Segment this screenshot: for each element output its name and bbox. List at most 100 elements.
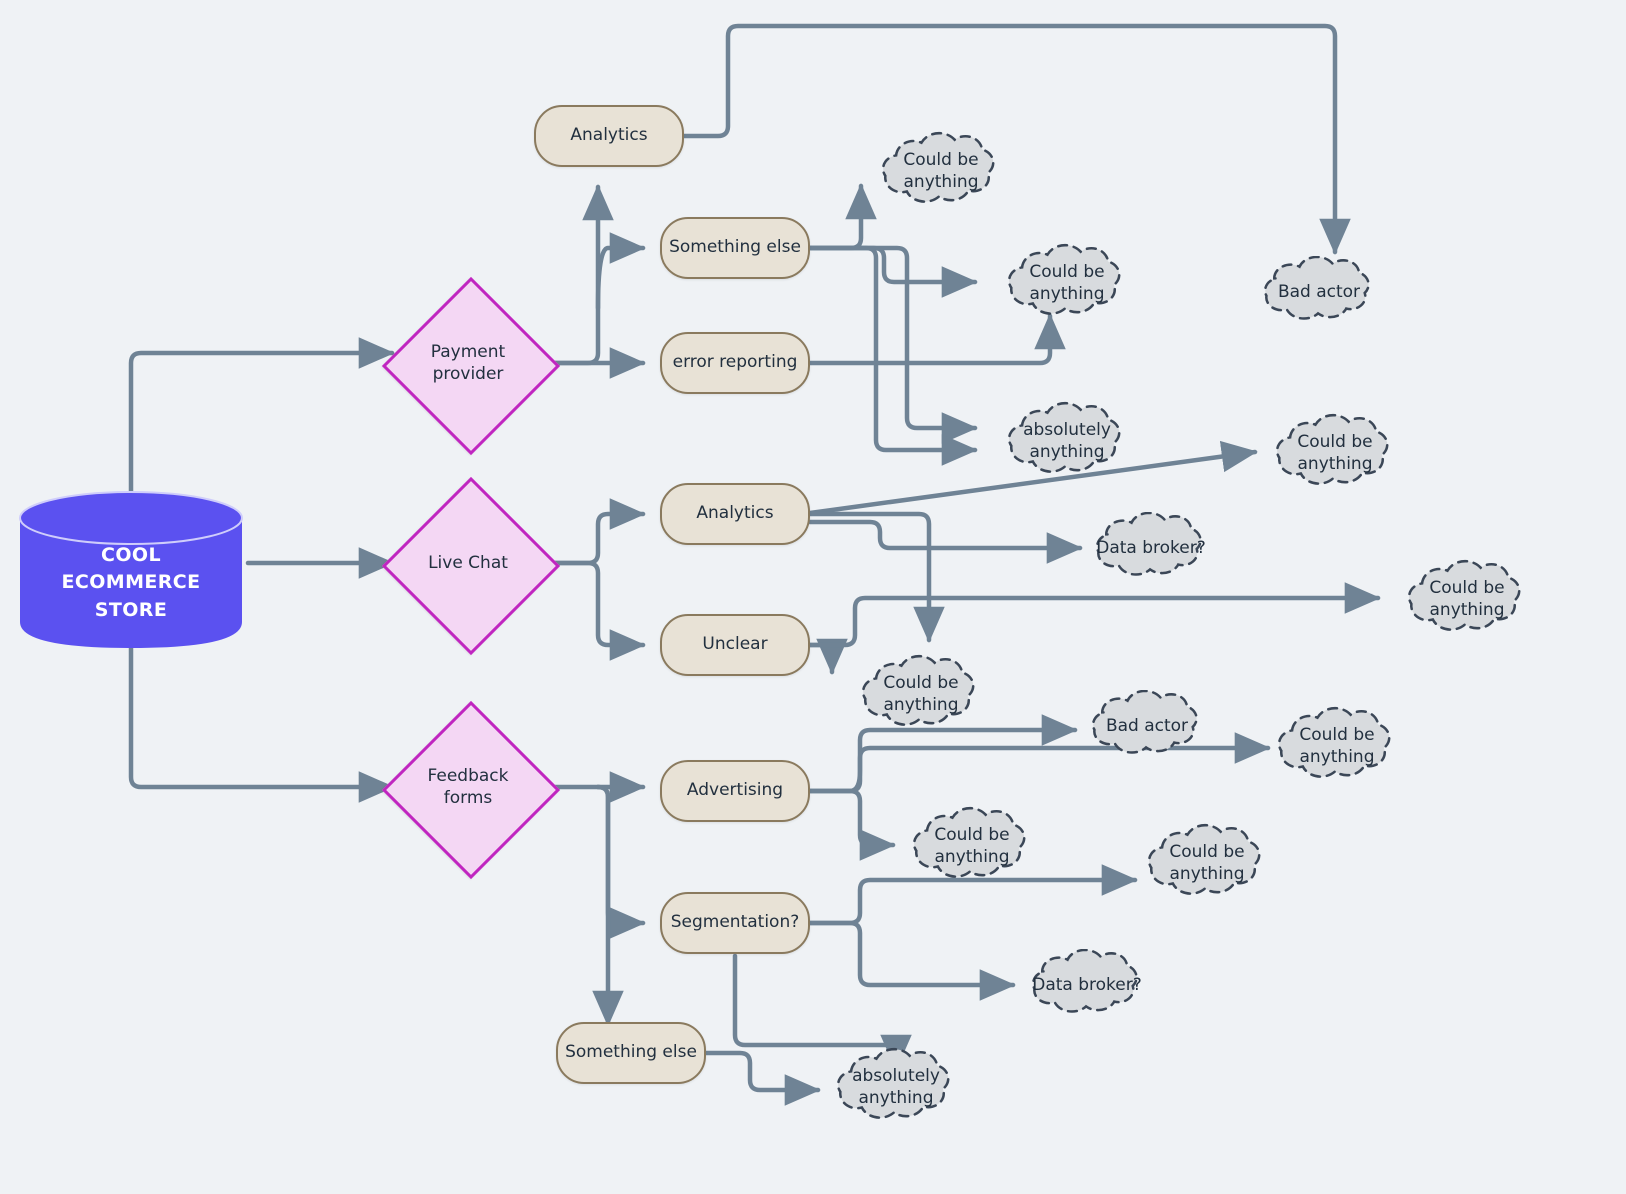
- cloud-node-could-be-anything-4[interactable]: Could be anything: [1388, 558, 1546, 640]
- cloud-label: Could be anything: [842, 653, 1000, 735]
- cloud-line-2: anything: [883, 695, 959, 715]
- edge-something-to-cloud4a: [807, 245, 978, 444]
- database-line-1: COOL: [101, 543, 161, 566]
- database-node-cool-ecommerce-store[interactable]: COOL ECOMMERCE STORE: [18, 490, 244, 650]
- cloud-line-2: anything: [934, 847, 1010, 867]
- cloud-node-absolutely-anything-2[interactable]: absolutely anything: [817, 1046, 975, 1128]
- cloud-node-could-be-anything-5[interactable]: Could be anything: [842, 653, 1000, 735]
- cloud-line-1: Could be: [1429, 577, 1505, 598]
- cloud-line-1: absolutely: [1023, 419, 1111, 440]
- process-node-segmentation[interactable]: Segmentation?: [660, 892, 810, 954]
- edge-feedback-to-somethingelsebot: [592, 784, 624, 1027]
- cloud-line-2: anything: [858, 1088, 934, 1108]
- cloud-label: Could be anything: [1388, 558, 1546, 640]
- process-label: Advertising: [686, 780, 784, 801]
- cloud-line-2: anything: [1169, 864, 1245, 884]
- cloud-line-1: Bad actor: [1277, 281, 1361, 302]
- cloud-node-could-be-anything-3[interactable]: Could be anything: [1256, 412, 1414, 494]
- cloud-node-bad-actor-1[interactable]: Bad actor: [1240, 256, 1398, 328]
- decision-line-2: forms: [443, 788, 493, 808]
- edge-something-to-cloud1: [807, 183, 877, 251]
- cloud-line-2: anything: [1029, 284, 1105, 304]
- cloud-line-1: Could be: [1169, 841, 1245, 862]
- cloud-line-1: Bad actor: [1105, 715, 1189, 736]
- cloud-line-1: Could be: [934, 824, 1010, 845]
- cloud-node-could-be-anything-6[interactable]: Could be anything: [1258, 705, 1416, 787]
- decision-line-1: Live Chat: [428, 552, 508, 573]
- decision-line-2: provider: [432, 364, 504, 384]
- cloud-line-2: anything: [1297, 454, 1373, 474]
- cloud-line-2: anything: [903, 172, 979, 192]
- process-label: Something else: [669, 237, 801, 258]
- process-node-analytics-top[interactable]: Analytics: [534, 105, 684, 167]
- cloud-label: Could be anything: [1256, 412, 1414, 494]
- cloud-line-1: Data broker?: [1032, 974, 1142, 995]
- edge-db-to-feedback: [128, 645, 395, 803]
- cloud-label: Data broker?: [1072, 512, 1230, 584]
- cloud-node-could-be-anything-8[interactable]: Could be anything: [1128, 822, 1286, 904]
- edge-somethingelsebot-to-cloud14: [703, 1050, 821, 1106]
- process-label: Unclear: [702, 634, 768, 655]
- process-node-error-reporting[interactable]: error reporting: [660, 332, 810, 394]
- cloud-line-2: anything: [1029, 442, 1105, 462]
- cloud-line-1: Could be: [1299, 724, 1375, 745]
- edge-db-to-payment: [128, 337, 395, 501]
- edge-something-to-cloud2: [807, 245, 978, 298]
- edge-feedback-to-segmentation: [595, 784, 646, 939]
- cloud-label: Data broker?: [1008, 949, 1166, 1021]
- decision-label: Live Chat: [408, 503, 528, 623]
- edge-unclear-to-cloud8: [807, 638, 848, 675]
- cloud-label: Could be anything: [862, 130, 1020, 212]
- cloud-node-data-broker-1[interactable]: Data broker?: [1072, 512, 1230, 584]
- process-label: Something else: [565, 1042, 697, 1063]
- cloud-node-could-be-anything-1[interactable]: Could be anything: [862, 130, 1020, 212]
- decision-line-1: Feedback: [427, 765, 509, 786]
- cloud-line-1: Could be: [1297, 431, 1373, 452]
- cloud-line-1: Could be: [1029, 261, 1105, 282]
- cloud-node-absolutely-anything-1[interactable]: absolutely anything: [988, 400, 1146, 482]
- process-label: error reporting: [672, 352, 798, 373]
- decision-node-live-chat[interactable]: Live Chat: [381, 476, 561, 656]
- database-line-3: STORE: [94, 598, 168, 621]
- cloud-line-1: Data broker?: [1096, 537, 1206, 558]
- process-node-advertising[interactable]: Advertising: [660, 760, 810, 822]
- decision-line-1: Payment: [430, 341, 506, 362]
- decision-label: Payment provider: [408, 303, 528, 423]
- cloud-label: Could be anything: [1258, 705, 1416, 787]
- cloud-node-data-broker-2[interactable]: Data broker?: [1008, 949, 1166, 1021]
- edge-something-to-cloud4b: [807, 245, 978, 466]
- edge-advertising-to-badactor2: [807, 714, 1078, 794]
- cloud-line-1: Could be: [883, 672, 959, 693]
- edge-segmentation-to-databroker2: [807, 920, 1016, 1001]
- decision-node-feedback-forms[interactable]: Feedback forms: [381, 700, 561, 880]
- database-line-2: ECOMMERCE: [61, 571, 201, 594]
- cloud-label: Could be anything: [988, 242, 1146, 324]
- cloud-label: absolutely anything: [988, 400, 1146, 482]
- decision-label: Feedback forms: [408, 727, 528, 847]
- process-label: Segmentation?: [670, 912, 800, 933]
- process-label: Analytics: [570, 125, 648, 146]
- cloud-line-1: absolutely: [852, 1065, 940, 1086]
- process-node-analytics-mid[interactable]: Analytics: [660, 483, 810, 545]
- edge-advertising-to-cloud11: [807, 788, 896, 861]
- cloud-label: Bad actor: [1068, 690, 1226, 762]
- cloud-node-could-be-anything-7[interactable]: Could be anything: [893, 805, 1051, 887]
- edge-analyticsmid-to-cloud8: [807, 511, 945, 643]
- decision-node-payment-provider[interactable]: Payment provider: [381, 276, 561, 456]
- edge-unclear-to-cloud7: [807, 582, 1381, 648]
- edge-payment-to-somethingelse: [595, 232, 646, 311]
- process-node-something-else-bottom[interactable]: Something else: [556, 1022, 706, 1084]
- process-node-unclear[interactable]: Unclear: [660, 614, 810, 676]
- process-node-something-else-top[interactable]: Something else: [660, 217, 810, 279]
- cloud-label: Could be anything: [893, 805, 1051, 887]
- cloud-node-bad-actor-2[interactable]: Bad actor: [1068, 690, 1226, 762]
- cloud-line-1: Could be: [903, 149, 979, 170]
- cloud-label: Bad actor: [1240, 256, 1398, 328]
- edge-payment-to-analytics: [531, 184, 614, 366]
- cloud-line-2: anything: [1429, 600, 1505, 620]
- edge-analyticsmid-to-databroker: [807, 519, 1083, 564]
- process-label: Analytics: [696, 503, 774, 524]
- cloud-node-could-be-anything-2[interactable]: Could be anything: [988, 242, 1146, 324]
- cloud-label: Could be anything: [1128, 822, 1286, 904]
- diagram-canvas: COOL ECOMMERCE STORE Payment provider Li…: [0, 0, 1626, 1194]
